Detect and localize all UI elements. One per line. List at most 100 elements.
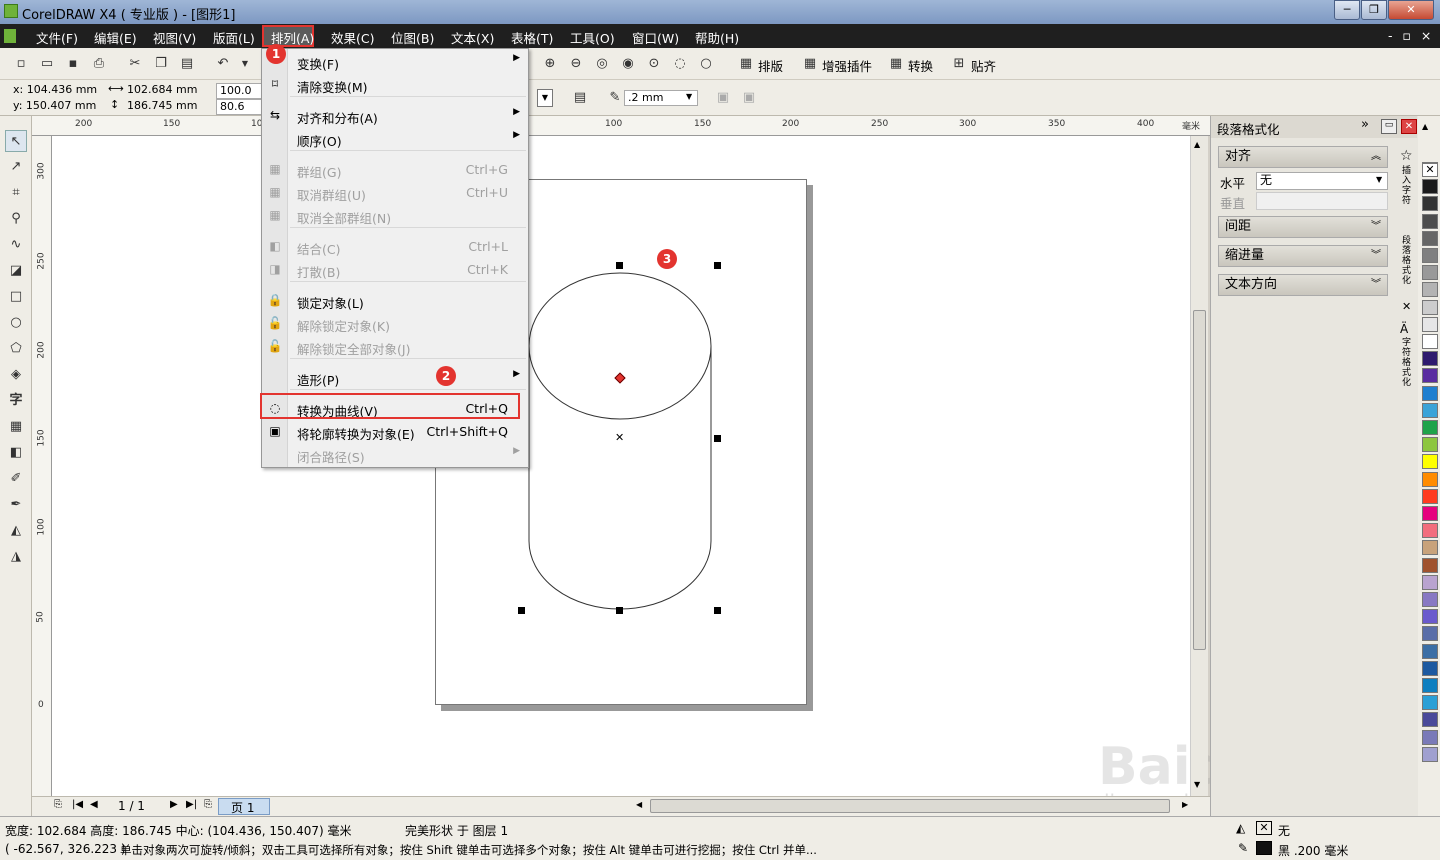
side-close-icon[interactable]: ✕ xyxy=(1402,300,1411,313)
y-position-field[interactable]: y: 150.407 mm xyxy=(10,99,102,115)
page-tab[interactable]: 页 1 xyxy=(218,798,270,815)
polygon-tool-icon[interactable]: ⬠ xyxy=(5,338,27,360)
zoom-selected-icon[interactable]: ◎ xyxy=(593,56,611,72)
color-swatch[interactable] xyxy=(1422,351,1438,367)
style-dropdown-icon[interactable]: ▼ xyxy=(537,89,553,107)
cut-icon[interactable]: ✂ xyxy=(126,56,144,72)
section-indent[interactable]: 缩进量 ︾ xyxy=(1218,245,1388,267)
h-scroll-thumb[interactable] xyxy=(650,799,1170,813)
menu-item-clear-transform[interactable]: ⌑ 清除变换(M) xyxy=(262,73,528,96)
tab-paragraph-format[interactable]: 段落格式化 xyxy=(1402,236,1414,286)
zoom-out-icon[interactable]: ⊖ xyxy=(567,56,585,72)
menu-layout[interactable]: 版面(L) xyxy=(213,28,255,47)
color-swatch[interactable] xyxy=(1422,179,1438,195)
expand-icon[interactable]: ︾ xyxy=(1371,246,1381,266)
color-swatch[interactable] xyxy=(1422,557,1438,573)
menu-item-align-distribute[interactable]: ⇆ 对齐和分布(A) ▶ xyxy=(262,104,528,127)
color-swatch[interactable] xyxy=(1422,454,1438,470)
drawing-canvas[interactable]: ✕ 3 Baidu经验 jingyan.baidu.com xyxy=(52,136,1369,814)
shape-tool-icon[interactable]: ↗ xyxy=(5,156,27,178)
color-swatch[interactable] xyxy=(1422,282,1438,298)
new-icon[interactable]: ▫ xyxy=(12,56,30,72)
selection-handle[interactable] xyxy=(714,607,721,614)
color-swatch[interactable] xyxy=(1422,712,1438,728)
selection-handle[interactable] xyxy=(518,607,525,614)
maximize-button[interactable]: ❐ xyxy=(1361,0,1387,20)
color-swatch[interactable] xyxy=(1422,265,1438,281)
smart-fill-tool-icon[interactable]: ◪ xyxy=(5,260,27,282)
add-page-icon[interactable]: ⎘ xyxy=(54,799,62,810)
scroll-down-icon[interactable]: ▼ xyxy=(1194,780,1200,789)
zoom-height-icon[interactable]: ○ xyxy=(697,56,715,72)
selection-handle[interactable] xyxy=(616,262,623,269)
to-front-icon[interactable]: ▣ xyxy=(714,90,732,106)
palette-up-icon[interactable]: ▲ xyxy=(1422,122,1428,131)
menu-bitmaps[interactable]: 位图(B) xyxy=(391,28,434,47)
menu-effects[interactable]: 效果(C) xyxy=(331,28,374,47)
minimize-button[interactable]: ─ xyxy=(1334,0,1360,20)
color-swatch[interactable] xyxy=(1422,299,1438,315)
width-field[interactable]: 102.684 mm xyxy=(124,83,210,99)
menu-tools[interactable]: 工具(O) xyxy=(570,28,615,47)
interactive-fill-tool-icon[interactable]: ◮ xyxy=(5,546,27,568)
no-color-swatch-icon[interactable]: ✕ xyxy=(1422,163,1438,177)
selection-handle[interactable] xyxy=(714,435,721,442)
height-field[interactable]: 186.745 mm xyxy=(124,99,210,115)
outline-color-swatch[interactable] xyxy=(1256,841,1272,855)
zoom-in-icon[interactable]: ⊕ xyxy=(541,56,559,72)
color-swatch[interactable] xyxy=(1422,402,1438,418)
document-window-controls[interactable]: - ▫ × xyxy=(1388,28,1434,43)
outline-width-dropdown-icon[interactable]: ▼ xyxy=(686,92,692,101)
freehand-tool-icon[interactable]: ∿ xyxy=(5,234,27,256)
copy-icon[interactable]: ❐ xyxy=(152,56,170,72)
ellipse-tool-icon[interactable]: ○ xyxy=(5,312,27,334)
layout-button[interactable]: 排版 xyxy=(758,56,783,75)
tab-char-format[interactable]: 字符格式化 xyxy=(1402,338,1414,388)
scroll-up-icon[interactable]: ▲ xyxy=(1194,140,1200,149)
close-button[interactable]: ✕ xyxy=(1388,0,1434,20)
scale-x-field[interactable]: 100.0 xyxy=(216,83,262,99)
print-icon[interactable]: ⎙ xyxy=(90,56,108,72)
color-swatch[interactable] xyxy=(1422,230,1438,246)
color-swatch[interactable] xyxy=(1422,316,1438,332)
section-align[interactable]: 对齐 ︽ xyxy=(1218,146,1388,168)
cylinder-shape[interactable] xyxy=(52,136,1190,796)
menu-edit[interactable]: 编辑(E) xyxy=(94,28,137,47)
undo-icon[interactable]: ↶ xyxy=(214,56,232,72)
selection-handle[interactable] xyxy=(616,607,623,614)
last-page-icon[interactable]: ▶| xyxy=(186,799,197,810)
undo-dropdown-icon[interactable]: ▼ xyxy=(236,56,254,72)
menu-item-order[interactable]: 顺序(O) ▶ xyxy=(262,127,528,150)
color-swatch[interactable] xyxy=(1422,746,1438,762)
tab-insert-char[interactable]: 插入字符 xyxy=(1402,166,1414,206)
align-h-dropdown-icon[interactable]: ▼ xyxy=(1376,175,1382,184)
vertical-scrollbar[interactable]: ▲ ▼ xyxy=(1190,136,1208,796)
menu-item-transform[interactable]: 变换(F) ▶ xyxy=(262,50,528,73)
first-page-icon[interactable]: |◀ xyxy=(72,799,83,810)
crop-tool-icon[interactable]: ⌗ xyxy=(5,182,27,204)
section-text-direction[interactable]: 文本方向 ︾ xyxy=(1218,274,1388,296)
text-tool-icon[interactable]: 字 xyxy=(5,390,27,412)
x-position-field[interactable]: x: 104.436 mm xyxy=(10,83,102,99)
next-page-icon[interactable]: ▶ xyxy=(170,799,178,810)
rotation-center-icon[interactable]: ✕ xyxy=(615,431,624,444)
color-swatch[interactable] xyxy=(1422,334,1438,349)
star-icon[interactable]: ☆ xyxy=(1400,148,1413,164)
selection-handle[interactable] xyxy=(714,262,721,269)
color-swatch[interactable] xyxy=(1422,196,1438,212)
pick-tool-icon[interactable]: ↖ xyxy=(5,130,27,152)
outline-tool-icon[interactable]: ✒ xyxy=(5,494,27,516)
menu-window[interactable]: 窗口(W) xyxy=(632,28,679,47)
scroll-right-icon[interactable]: ▶ xyxy=(1182,800,1188,809)
zoom-width-icon[interactable]: ◌ xyxy=(671,56,689,72)
menu-table[interactable]: 表格(T) xyxy=(511,28,553,47)
interactive-blend-tool-icon[interactable]: ◧ xyxy=(5,442,27,464)
basic-shapes-tool-icon[interactable]: ◈ xyxy=(5,364,27,386)
color-swatch[interactable] xyxy=(1422,729,1438,745)
color-swatch[interactable] xyxy=(1422,213,1438,229)
color-swatch[interactable] xyxy=(1422,368,1438,384)
docker-minimize-icon[interactable]: ▭ xyxy=(1381,119,1397,134)
section-spacing[interactable]: 间距 ︾ xyxy=(1218,216,1388,238)
eyedropper-tool-icon[interactable]: ✐ xyxy=(5,468,27,490)
wrap-text-icon[interactable]: ▤ xyxy=(571,90,589,106)
